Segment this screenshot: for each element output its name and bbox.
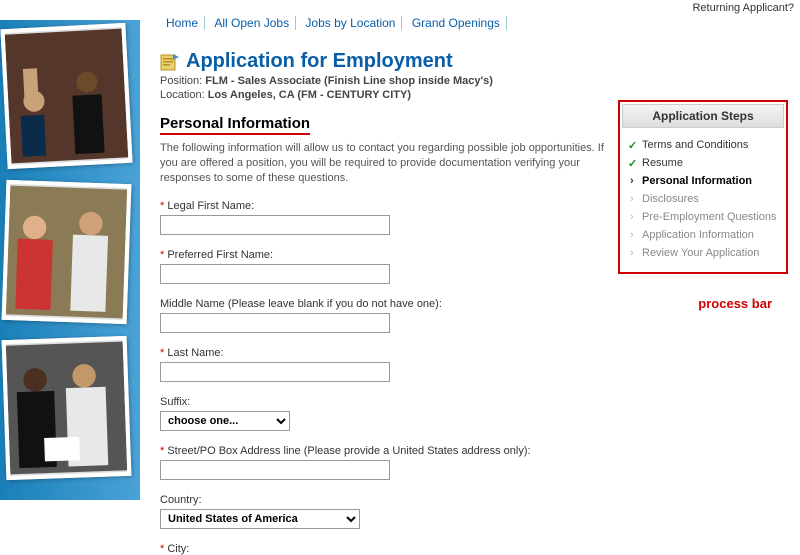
field-label: Legal First Name: [167,200,254,212]
sidebar-photo [2,180,132,324]
top-nav: Home All Open Jobs Jobs by Location Gran… [160,16,507,30]
field-label: Suffix: [160,396,190,408]
field-legal-first-name: * Legal First Name: [160,198,620,235]
main-content: Application for Employment Position: FLM… [160,50,620,555]
field-country: Country: United States of America [160,492,620,529]
step-item[interactable]: Review Your Application [628,244,780,262]
step-item[interactable]: Application Information [628,226,780,244]
field-suffix: Suffix: choose one... [160,394,620,431]
nav-grand-openings[interactable]: Grand Openings [406,16,507,30]
preferred-first-name-input[interactable] [160,264,390,284]
sidebar-photo [2,336,132,480]
returning-applicant-link[interactable]: Returning Applicant? [692,2,794,14]
country-select[interactable]: United States of America [160,509,360,529]
location-line: Location: Los Angeles, CA (FM - CENTURY … [160,89,620,101]
field-label: Middle Name (Please leave blank if you d… [160,298,442,310]
sidebar-photo [0,23,132,169]
application-steps-box: Application Steps Terms and Conditions R… [618,100,788,274]
field-label: Last Name: [167,347,223,359]
nav-all-open-jobs[interactable]: All Open Jobs [208,16,296,30]
step-item[interactable]: Personal Information [628,172,780,190]
sidebar-photos [0,20,140,500]
section-description: The following information will allow us … [160,141,620,186]
field-city: * City: [160,541,620,555]
nav-home[interactable]: Home [160,16,205,30]
step-item[interactable]: Pre-Employment Questions [628,208,780,226]
field-last-name: * Last Name: [160,345,620,382]
application-steps-title: Application Steps [622,104,784,128]
last-name-input[interactable] [160,362,390,382]
step-item[interactable]: Terms and Conditions [628,136,780,154]
step-item[interactable]: Disclosures [628,190,780,208]
field-middle-name: Middle Name (Please leave blank if you d… [160,296,620,333]
form-icon [160,53,180,71]
position-line: Position: FLM - Sales Associate (Finish … [160,75,620,87]
field-label: Preferred First Name: [167,249,273,261]
page-title: Application for Employment [186,50,453,73]
section-heading: Personal Information [160,115,310,135]
step-item[interactable]: Resume [628,154,780,172]
field-label: Street/PO Box Address line (Please provi… [167,445,530,457]
suffix-select[interactable]: choose one... [160,411,290,431]
process-bar-annotation: process bar [698,296,772,311]
application-steps-list: Terms and Conditions Resume Personal Inf… [622,136,784,262]
required-marker: * [160,543,167,555]
legal-first-name-input[interactable] [160,215,390,235]
nav-jobs-by-location[interactable]: Jobs by Location [299,16,402,30]
field-label: City: [167,543,189,555]
field-street: * Street/PO Box Address line (Please pro… [160,443,620,480]
field-preferred-first-name: * Preferred First Name: [160,247,620,284]
middle-name-input[interactable] [160,313,390,333]
returning-applicant-label: Returning Applicant? [692,2,794,14]
street-input[interactable] [160,460,390,480]
